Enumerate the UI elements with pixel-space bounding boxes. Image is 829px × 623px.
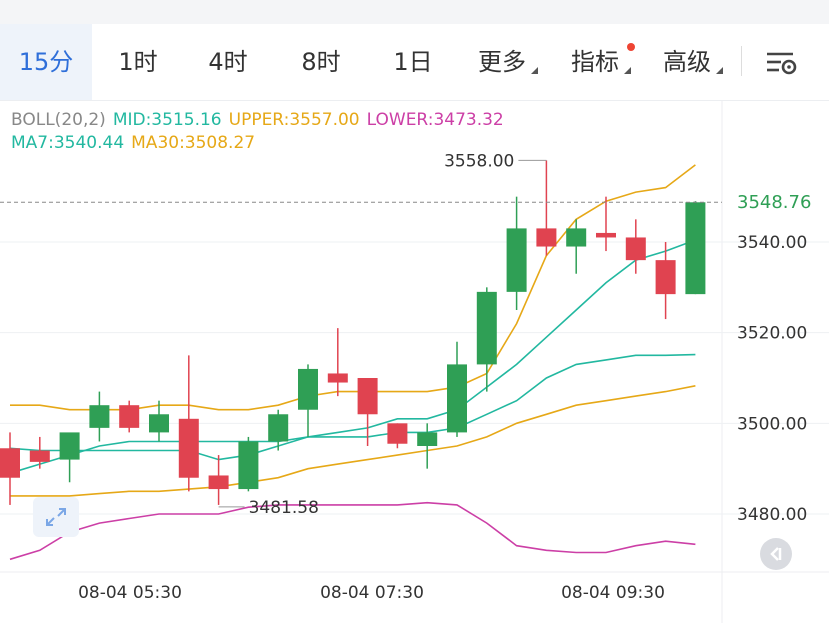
tab-indicators[interactable]: 指标 <box>563 24 635 100</box>
candle-down <box>29 450 50 462</box>
tab-15min[interactable]: 15分 <box>0 24 92 100</box>
candle-down <box>387 423 408 444</box>
tab-label: 1时 <box>118 48 158 76</box>
candle-up <box>566 228 587 247</box>
y-tick-label: 3480.00 <box>737 505 807 525</box>
candle-up <box>238 441 259 490</box>
candlestick-chart: 3540.00 3520.00 3500.00 3480.00 08-04 05:30 0… <box>0 100 829 623</box>
tab-label: 15分 <box>18 48 74 76</box>
high-price-label: 3558.00 <box>444 151 514 171</box>
candle-up <box>447 364 467 433</box>
tab-1hour[interactable]: 1时 <box>98 24 178 100</box>
series-line-upper <box>10 164 696 411</box>
expand-chart-button[interactable] <box>33 497 79 537</box>
back-to-latest-button[interactable] <box>760 538 792 570</box>
tab-label: 更多 <box>478 48 526 76</box>
series-line-lower <box>9 501 696 561</box>
caret-icon <box>624 67 631 74</box>
tab-label: 高级 <box>663 48 711 76</box>
current-price-tag: 3548.76 <box>727 188 829 218</box>
candle-up <box>685 202 706 295</box>
candle-down <box>0 448 20 478</box>
top-strip <box>0 0 829 24</box>
tab-label: 1日 <box>393 48 433 76</box>
tab-label: 4时 <box>208 48 248 76</box>
tab-divider <box>741 46 742 76</box>
back-to-latest-icon <box>770 547 782 561</box>
tab-label: 8时 <box>301 48 341 76</box>
candle-up <box>149 414 169 433</box>
candle-down <box>536 228 557 247</box>
timeframe-tab-bar: 15分 1时 4时 8时 1日 更多 指标 高级 <box>0 24 829 101</box>
y-tick-label: 3520.00 <box>737 324 807 344</box>
tab-8hour[interactable]: 8时 <box>281 24 361 100</box>
candle-down <box>625 237 646 261</box>
candle-down <box>119 405 140 428</box>
x-tick-label: 08-04 09:30 <box>561 583 665 603</box>
notification-dot <box>627 43 635 51</box>
y-tick-label: 3500.00 <box>737 414 807 434</box>
caret-icon <box>531 67 538 74</box>
candle-down <box>327 373 348 383</box>
y-tick-label: 3540.00 <box>737 233 807 253</box>
candle-down <box>655 260 676 295</box>
candle-down <box>596 232 616 238</box>
candle-up <box>59 432 80 460</box>
tab-4hour[interactable]: 4时 <box>188 24 268 100</box>
tab-1day[interactable]: 1日 <box>373 24 453 100</box>
series-line-ma7 <box>9 239 696 474</box>
candle-down <box>357 378 378 415</box>
chart-settings-icon <box>767 52 797 75</box>
x-tick-label: 08-04 07:30 <box>320 583 424 603</box>
candle-up <box>506 228 527 292</box>
candle-up <box>417 432 438 446</box>
expand-arrows-icon <box>46 508 66 526</box>
tab-more[interactable]: 更多 <box>470 24 538 100</box>
tab-label: 指标 <box>571 48 619 76</box>
candle-down <box>178 418 199 478</box>
candle-up <box>298 368 318 410</box>
caret-icon <box>716 67 723 74</box>
candle-up <box>89 405 110 428</box>
candle-up <box>476 291 497 365</box>
low-price-label: 3481.58 <box>249 498 319 518</box>
tab-advanced[interactable]: 高级 <box>655 24 723 100</box>
candle-down <box>208 475 229 490</box>
candle-up <box>268 414 289 442</box>
series-line-ma30 <box>10 385 696 497</box>
x-tick-label: 08-04 05:30 <box>78 583 182 603</box>
chart-settings-button[interactable] <box>760 44 804 80</box>
